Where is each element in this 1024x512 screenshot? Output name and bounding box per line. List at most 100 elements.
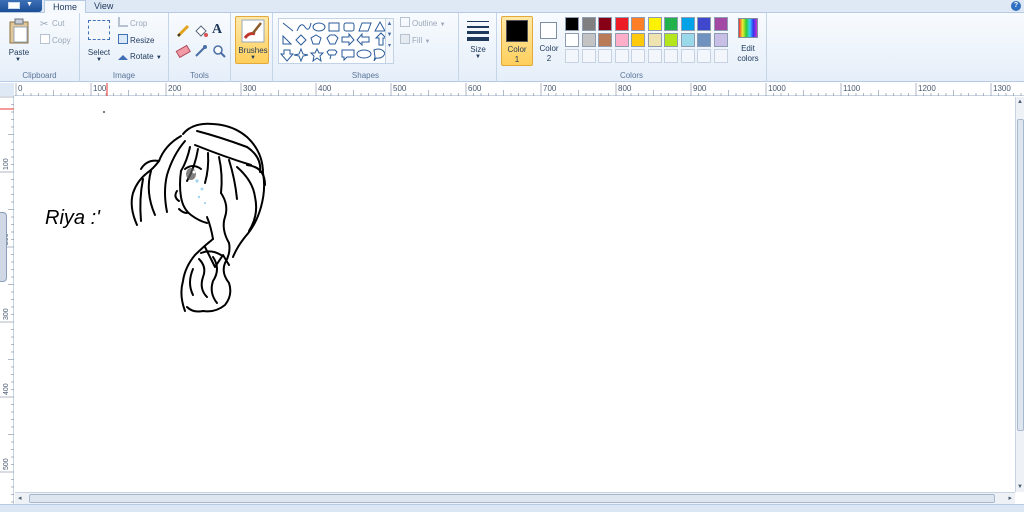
ruler-label: 1300	[993, 84, 1011, 93]
color-swatch[interactable]	[581, 17, 596, 31]
fill-icon	[400, 34, 410, 44]
drawing-canvas[interactable]: Riya :'	[15, 97, 1015, 492]
color2-swatch	[540, 22, 557, 39]
girl-sketch	[130, 122, 266, 313]
status-bar	[0, 504, 1024, 512]
edit-colors-label-line1: Edit	[741, 44, 755, 53]
outline-icon	[400, 17, 410, 27]
shapes-gallery[interactable]	[278, 18, 388, 64]
color-swatch[interactable]	[697, 17, 711, 31]
image-group-label: Image	[112, 71, 136, 80]
custom-color-slot[interactable]	[581, 49, 596, 63]
canvas-drawing: Riya :'	[45, 111, 266, 313]
colors-group-label: Colors	[619, 71, 644, 80]
paste-button[interactable]: Paste ▼	[5, 16, 33, 66]
edit-colors-label-line2: colors	[737, 54, 759, 63]
horizontal-ruler: 0 100 200 300 400 500 600 700 800 900 1000 1100 1200…	[14, 83, 1024, 96]
color-swatch[interactable]	[664, 33, 678, 47]
custom-color-slot[interactable]	[680, 49, 695, 63]
collapsed-panel-handle[interactable]	[0, 212, 7, 282]
custom-color-slot[interactable]	[664, 49, 678, 63]
select-label: Select	[87, 48, 111, 57]
vertical-scroll-thumb[interactable]	[1017, 119, 1024, 431]
custom-color-slot[interactable]	[697, 49, 711, 63]
scroll-up-icon[interactable]: ▲	[1017, 99, 1023, 105]
vertical-scrollbar[interactable]: ▲ ▼	[1015, 97, 1024, 492]
tab-home[interactable]: Home	[44, 0, 87, 14]
paste-label: Paste	[8, 48, 30, 57]
color-swatch[interactable]	[598, 17, 612, 31]
brushes-button[interactable]: Brushes ▼	[235, 16, 269, 64]
size-button[interactable]: Size ▼	[463, 16, 493, 64]
copy-button[interactable]: Copy	[40, 34, 71, 48]
ruler-label: 300	[3, 308, 10, 320]
resize-icon	[118, 34, 128, 44]
color-swatch[interactable]	[614, 33, 629, 47]
horizontal-scroll-thumb[interactable]	[29, 494, 995, 503]
image-group: Select ▼ Crop Resize Rotate ▼ Image	[80, 13, 169, 82]
text-tool-icon[interactable]: A	[212, 22, 222, 38]
rotate-button[interactable]: Rotate ▼	[118, 50, 162, 64]
color-swatch[interactable]	[713, 33, 728, 47]
color-swatch[interactable]	[631, 17, 645, 31]
ruler-label: 1200	[918, 84, 936, 93]
custom-color-slot[interactable]	[565, 49, 579, 63]
edit-colors-button[interactable]: Edit colors	[731, 16, 765, 66]
color-swatch[interactable]	[680, 17, 695, 31]
stray-dot	[103, 111, 105, 113]
custom-color-slot[interactable]	[614, 49, 629, 63]
custom-color-slot[interactable]	[631, 49, 645, 63]
shapes-group-label: Shapes	[351, 71, 380, 80]
paint-menu-button[interactable]: ▼	[0, 0, 42, 12]
color-swatch[interactable]	[713, 17, 728, 31]
cut-button[interactable]: ✂ Cut	[40, 17, 64, 31]
color-picker-icon[interactable]	[193, 43, 209, 59]
resize-button[interactable]: Resize	[118, 34, 154, 48]
chevron-down-icon: ▼	[439, 22, 446, 28]
horizontal-scrollbar[interactable]: ◂ ▸	[15, 492, 1015, 504]
eraser-icon[interactable]	[175, 43, 191, 59]
chevron-down-icon: ▼	[155, 55, 162, 61]
eye-highlight	[192, 170, 196, 174]
pencil-icon[interactable]	[175, 23, 191, 39]
fill-bucket-icon[interactable]	[193, 23, 209, 39]
color-swatch[interactable]	[647, 33, 662, 47]
magnifier-icon[interactable]	[211, 43, 227, 59]
chevron-down-icon: ▼	[26, 1, 33, 8]
shapes-scrollbar[interactable]: ▲ ▼ ▾	[385, 18, 394, 64]
vertical-ruler-ticks: 100200300400500	[0, 96, 14, 510]
color-swatch[interactable]	[631, 33, 645, 47]
crop-button[interactable]: Crop	[118, 17, 147, 31]
color-swatch[interactable]	[697, 33, 711, 47]
ruler-label: 100	[3, 158, 10, 170]
color-swatch[interactable]	[565, 17, 579, 31]
ribbon-tab-bar: ▼ Home View ?	[0, 0, 1024, 14]
chevron-down-icon: ▼	[250, 55, 256, 61]
scroll-down-icon[interactable]: ▼	[1017, 484, 1023, 490]
scroll-right-icon[interactable]: ▸	[1008, 494, 1012, 502]
color1-button[interactable]: Color 1	[501, 16, 533, 66]
color-swatch[interactable]	[598, 33, 612, 47]
color-swatch[interactable]	[664, 17, 678, 31]
scroll-left-icon[interactable]: ◂	[18, 494, 22, 502]
ruler-label: 500	[3, 458, 10, 470]
tab-view[interactable]: View	[86, 0, 121, 13]
custom-color-slot[interactable]	[647, 49, 662, 63]
ruler-label: 700	[543, 84, 557, 93]
color-swatch[interactable]	[680, 33, 695, 47]
custom-color-slot[interactable]	[713, 49, 728, 63]
custom-color-slot[interactable]	[598, 49, 612, 63]
color-swatch[interactable]	[581, 33, 596, 47]
select-button[interactable]: Select ▼	[84, 16, 114, 66]
brushes-group: Brushes ▼	[231, 13, 273, 82]
color-swatch[interactable]	[614, 17, 629, 31]
outline-button[interactable]: Outline ▼	[400, 17, 446, 31]
color-swatch[interactable]	[647, 17, 662, 31]
ruler-label: 1000	[768, 84, 786, 93]
color-swatch[interactable]	[565, 33, 579, 47]
color2-button[interactable]: Color 2	[535, 16, 563, 66]
color2-label-line2: 2	[546, 54, 552, 63]
handwritten-text: Riya :'	[45, 207, 101, 229]
fill-button[interactable]: Fill ▼	[400, 34, 430, 48]
help-icon[interactable]: ?	[1011, 1, 1021, 11]
